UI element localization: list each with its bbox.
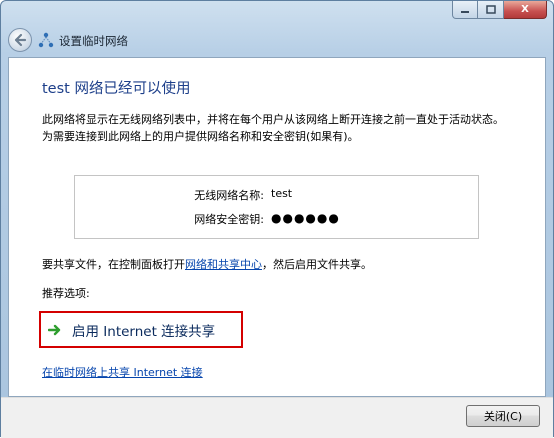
maximize-icon[interactable] (478, 1, 504, 19)
network-sharing-center-link[interactable]: 网络和共享中心 (185, 258, 262, 271)
security-key-row: 网络安全密钥: ●●●●●● (75, 211, 478, 229)
file-sharing-suffix: ，然后启用文件共享。 (262, 258, 372, 271)
network-name-label: 无线网络名称: (194, 189, 264, 202)
file-sharing-prefix: 要共享文件，在控制面板打开 (42, 258, 185, 271)
ics-highlight-box: 启用 Internet 连接共享 (39, 311, 243, 348)
caption-buttons: X (452, 1, 547, 19)
window-close-button[interactable]: X (504, 1, 547, 19)
adhoc-network-icon (38, 32, 54, 48)
close-button[interactable]: 关闭(C) (466, 405, 540, 427)
green-arrow-icon (48, 324, 61, 336)
recommended-options-label: 推荐选项: (42, 287, 90, 300)
network-name-row: 无线网络名称: test (75, 187, 478, 205)
enable-ics-label: 启用 Internet 连接共享 (72, 324, 216, 340)
window-title: 设置临时网络 (59, 34, 128, 48)
share-internet-adhoc-link[interactable]: 在临时网络上共享 Internet 连接 (42, 364, 203, 380)
minimize-icon[interactable] (452, 1, 478, 19)
security-key-value: ●●●●●● (271, 211, 340, 225)
close-icon: X (521, 4, 529, 15)
dialog-window: X 设置临时网络 test 网络已经可以使用 此网络将显示在无线网络列表中，并将… (0, 0, 554, 438)
back-button[interactable] (8, 28, 32, 52)
network-info-box: 无线网络名称: test 网络安全密钥: ●●●●●● (74, 175, 479, 239)
description-text: 此网络将显示在无线网络列表中，并将在每个用户从该网络上断开连接之前一直处于活动状… (42, 113, 504, 143)
page-heading: test 网络已经可以使用 (42, 81, 191, 97)
enable-ics-command[interactable]: 启用 Internet 连接共享 (48, 320, 215, 340)
security-key-label: 网络安全密钥: (194, 213, 264, 226)
content-pane: test 网络已经可以使用 此网络将显示在无线网络列表中，并将在每个用户从该网络… (8, 57, 546, 397)
network-name-value: test (271, 187, 293, 200)
file-sharing-text: 要共享文件，在控制面板打开网络和共享中心，然后启用文件共享。 (42, 256, 372, 272)
back-arrow-icon (14, 33, 27, 47)
